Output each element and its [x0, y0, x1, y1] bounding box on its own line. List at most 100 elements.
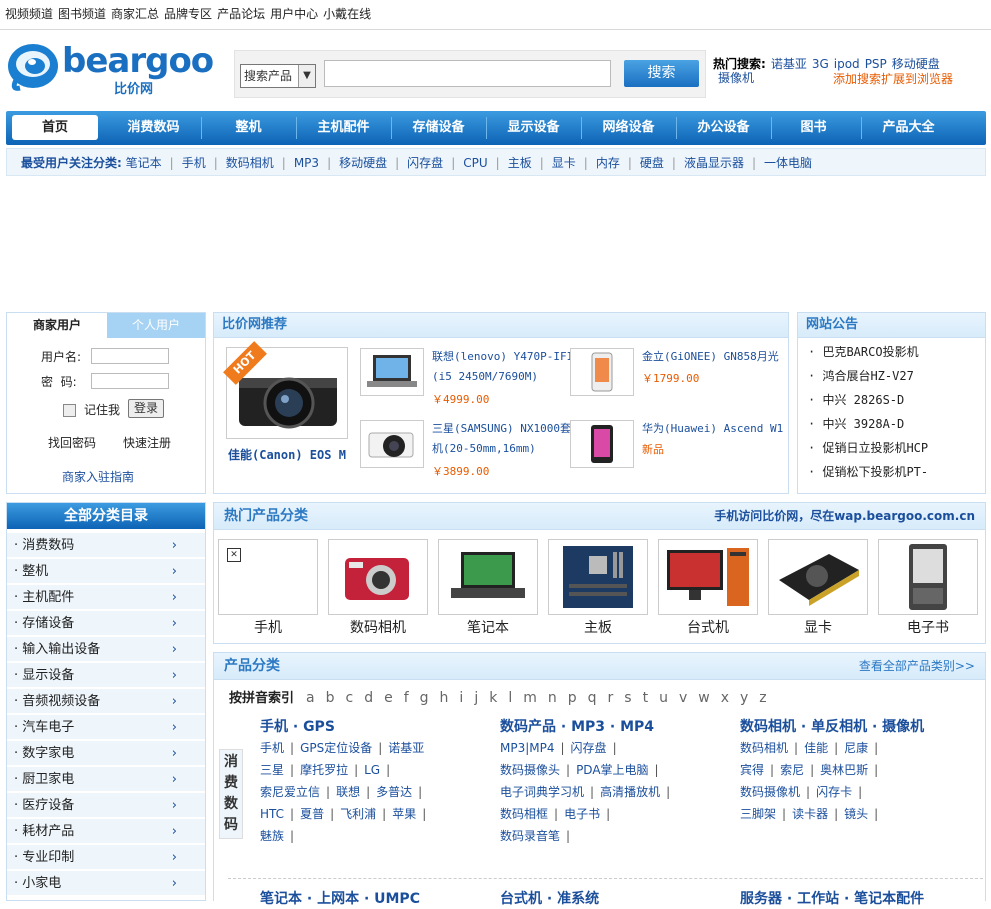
hot-category-card[interactable] [438, 539, 538, 615]
pinyin-letter[interactable]: t [643, 690, 649, 706]
subnav-link[interactable]: MP3 [294, 156, 319, 170]
category-link[interactable]: 高清播放机 [600, 785, 660, 799]
pinyin-letter[interactable]: s [624, 690, 631, 706]
category-link[interactable]: 镜头 [844, 807, 868, 821]
nav-network[interactable]: 网络设备 [581, 111, 676, 145]
notice-item[interactable]: · 鸿合展台HZ-V27 [808, 367, 983, 384]
hot-category-label[interactable]: 显卡 [768, 617, 868, 637]
subnav-link[interactable]: 显卡 [552, 156, 576, 170]
toplink-xiaodai[interactable]: 小戴在线 [323, 7, 371, 21]
subnav-link[interactable]: 移动硬盘 [339, 156, 387, 170]
pinyin-letter[interactable]: c [346, 690, 354, 706]
category-link[interactable]: 索尼 [780, 763, 804, 777]
category-item[interactable]: · 音频视频设备 › [7, 689, 205, 714]
hot-keyword[interactable]: 3G [812, 57, 829, 71]
category-link[interactable]: LG [364, 763, 380, 777]
product-thumb-laptop[interactable] [360, 348, 424, 396]
subnav-link[interactable]: 内存 [596, 156, 620, 170]
pinyin-letter[interactable]: e [384, 690, 393, 706]
category-item[interactable]: · 厨卫家电 › [7, 767, 205, 792]
product-thumb-camera[interactable] [360, 420, 424, 468]
category-link[interactable]: 宾得 [740, 763, 764, 777]
nav-complete-pc[interactable]: 整机 [201, 111, 296, 145]
category-link[interactable]: 三星 [260, 763, 284, 777]
login-button[interactable]: 登录 [128, 399, 164, 418]
hot-category-label[interactable]: 笔记本 [438, 617, 538, 637]
category-link[interactable]: 尼康 [844, 741, 868, 755]
category-item[interactable]: · 显示设备 › [7, 663, 205, 688]
notice-item[interactable]: · 巴克BARCO投影机 [808, 343, 983, 360]
pinyin-letter[interactable]: j [474, 690, 478, 706]
pinyin-letter[interactable]: m [523, 690, 537, 706]
hot-category-label[interactable]: 台式机 [658, 617, 758, 637]
product-thumb-phone[interactable] [570, 348, 634, 396]
category-group-title[interactable]: 手机 · GPS [260, 717, 432, 737]
pinyin-letter[interactable]: h [440, 690, 449, 706]
subnav-link[interactable]: 闪存盘 [407, 156, 443, 170]
hot-category-card[interactable] [768, 539, 868, 615]
category-item[interactable]: · 主机配件 › [7, 585, 205, 610]
forgot-password-link[interactable]: 找回密码 [48, 434, 96, 451]
pinyin-letter[interactable]: l [508, 690, 512, 706]
hot-category-card[interactable]: ✕ [218, 539, 318, 615]
pinyin-letter[interactable]: a [306, 690, 315, 706]
subnav-link[interactable]: 数码相机 [226, 156, 274, 170]
hot-category-label[interactable]: 主板 [548, 617, 648, 637]
nav-office[interactable]: 办公设备 [676, 111, 771, 145]
toplink-video[interactable]: 视频频道 [5, 7, 53, 21]
category-item[interactable]: · 医疗设备 › [7, 793, 205, 818]
quick-register-link[interactable]: 快速注册 [123, 434, 171, 451]
category-link[interactable]: 多普达 [376, 785, 412, 799]
category-item[interactable]: · 小家电 › [7, 871, 205, 896]
category-link[interactable]: 闪存盘 [571, 741, 607, 755]
category-group-title[interactable]: 数码产品 · MP3 · MP4 [500, 717, 676, 737]
category-link[interactable]: 闪存卡 [816, 785, 852, 799]
hot-keyword[interactable]: PSP [865, 57, 887, 71]
pinyin-letter[interactable]: k [489, 690, 497, 706]
subnav-link[interactable]: 硬盘 [640, 156, 664, 170]
category-group-title[interactable]: 服务器 · 工作站 · 笔记本配件 [740, 889, 924, 909]
category-group-title[interactable]: 笔记本 · 上网本 · UMPC [260, 889, 420, 909]
pinyin-letter[interactable]: y [740, 690, 748, 706]
nav-home[interactable]: 首页 [12, 115, 98, 140]
hot-category-label[interactable]: 电子书 [878, 617, 978, 637]
category-link[interactable]: 诺基亚 [388, 741, 424, 755]
category-link[interactable]: 苹果 [392, 807, 416, 821]
pinyin-letter[interactable]: n [548, 690, 557, 706]
search-input[interactable] [324, 60, 611, 87]
category-item[interactable]: · 输入输出设备 › [7, 637, 205, 662]
category-link[interactable]: HTC [260, 807, 284, 821]
category-item[interactable]: · 整机 › [7, 559, 205, 584]
category-link[interactable]: 飞利浦 [340, 807, 376, 821]
category-link[interactable]: 数码摄像头 [500, 763, 560, 777]
category-item[interactable]: · 消费数码 › [7, 533, 205, 558]
pinyin-letter[interactable]: f [404, 690, 409, 706]
toplink-merchants[interactable]: 商家汇总 [111, 7, 159, 21]
category-link[interactable]: 数码摄像机 [740, 785, 800, 799]
hot-category-label[interactable]: 手机 [218, 617, 318, 637]
featured-product-image[interactable]: HOT [223, 341, 348, 439]
category-link[interactable]: 索尼爱立信 [260, 785, 320, 799]
pinyin-letter[interactable]: p [568, 690, 577, 706]
subnav-link[interactable]: 手机 [182, 156, 206, 170]
rec-product-name[interactable]: 三星(SAMSUNG) NX1000套 机(20-50mm,16mm) [432, 419, 571, 459]
category-group-title[interactable]: 台式机 · 准系统 [500, 889, 599, 909]
category-link[interactable]: MP3|MP4 [500, 741, 555, 755]
toplink-brands[interactable]: 品牌专区 [164, 7, 212, 21]
site-logo[interactable]: beargoo 比价网 [6, 40, 216, 97]
add-search-extension-link[interactable]: 添加搜索扩展到浏览器 [833, 72, 953, 86]
pinyin-letter[interactable]: r [608, 690, 614, 706]
pinyin-letter[interactable]: i [459, 690, 463, 706]
search-type-select[interactable]: 搜索产品 ▼ [240, 64, 316, 88]
tab-merchant-user[interactable]: 商家用户 [7, 313, 107, 338]
nav-storage[interactable]: 存储设备 [391, 111, 486, 145]
rec-product-name[interactable]: 联想(lenovo) Y470P-IFI (i5 2450M/7690M) [432, 347, 573, 387]
toplink-user-center[interactable]: 用户中心 [270, 7, 318, 21]
category-link[interactable]: 佳能 [804, 741, 828, 755]
subnav-link[interactable]: 液晶显示器 [684, 156, 744, 170]
category-item[interactable]: · 数字家电 › [7, 741, 205, 766]
hot-keyword[interactable]: 移动硬盘 [892, 57, 940, 71]
subnav-link[interactable]: 一体电脑 [764, 156, 812, 170]
subnav-link[interactable]: CPU [463, 156, 487, 170]
subnav-link[interactable]: 主板 [508, 156, 532, 170]
